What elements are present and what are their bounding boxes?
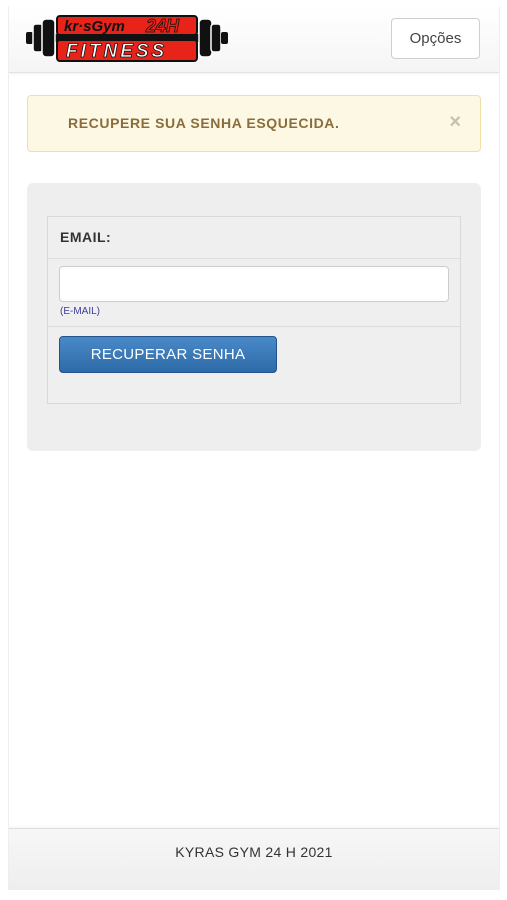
recover-panel: EMAIL: (E-MAIL) RECUPERAR SENHA <box>27 183 481 451</box>
page-frame: kr·sGym 24H FITNESS Opções RECUPERE SUA … <box>8 6 500 890</box>
options-button[interactable]: Opções <box>391 18 480 59</box>
footer-copyright: KYRAS GYM 24 H 2021 <box>175 844 333 860</box>
recover-password-alert: RECUPERE SUA SENHA ESQUECIDA. × <box>27 95 481 152</box>
dumbbell-logo-icon: kr·sGym 24H FITNESS <box>26 15 228 62</box>
logo-badge: 24H <box>145 16 180 36</box>
alert-message: RECUPERE SUA SENHA ESQUECIDA. <box>68 115 340 131</box>
brand-logo[interactable]: kr·sGym 24H FITNESS <box>26 10 228 66</box>
form-body: (E-MAIL) <box>48 258 460 327</box>
recover-password-button[interactable]: RECUPERAR SENHA <box>59 336 277 373</box>
email-label: EMAIL: <box>60 229 112 245</box>
logo-line2: FITNESS <box>66 41 167 62</box>
email-help-text: (E-MAIL) <box>60 306 100 317</box>
close-icon[interactable]: × <box>449 108 461 136</box>
navbar: kr·sGym 24H FITNESS Opções <box>9 6 499 73</box>
recover-form: EMAIL: (E-MAIL) RECUPERAR SENHA <box>47 216 461 404</box>
form-header: EMAIL: <box>48 217 460 259</box>
logo-line1: kr·sGym <box>64 18 125 35</box>
email-field[interactable] <box>59 266 449 302</box>
footer: KYRAS GYM 24 H 2021 <box>9 828 499 890</box>
